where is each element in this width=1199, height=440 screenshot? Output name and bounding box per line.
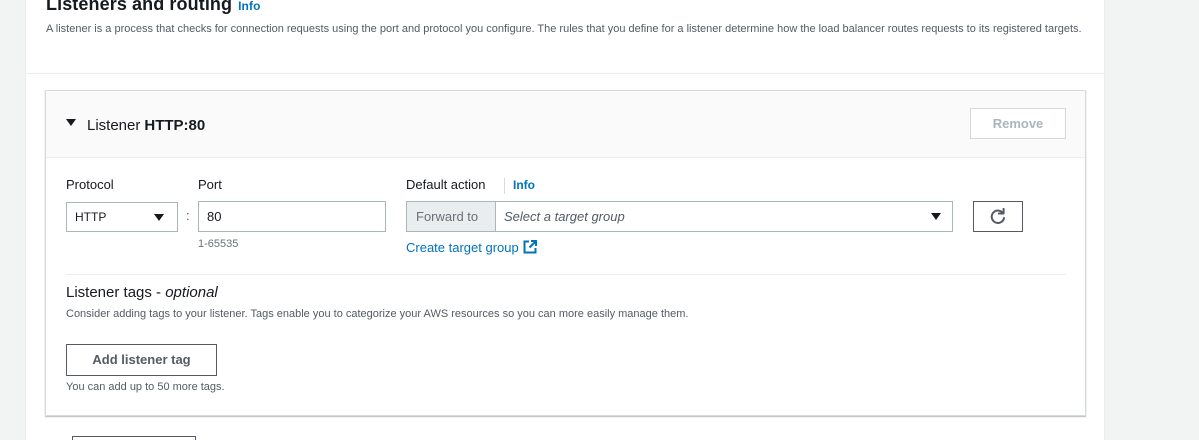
target-group-placeholder[interactable]: Select a target group	[496, 202, 952, 231]
forward-to-label: Forward to	[407, 202, 496, 231]
dropdown-arrow-icon	[931, 213, 941, 220]
target-group-select[interactable]: Forward to Select a target group	[406, 201, 953, 232]
protocol-port-separator: :	[186, 208, 190, 223]
default-action-info-link[interactable]: Info	[513, 178, 535, 192]
listener-tags-description: Consider adding tags to your listener. T…	[66, 308, 689, 320]
caret-down-icon[interactable]	[66, 119, 76, 126]
create-target-group-link[interactable]: Create target group	[406, 240, 537, 255]
create-target-group-text: Create target group	[406, 240, 519, 255]
remove-button[interactable]: Remove	[970, 108, 1066, 139]
listener-card-header: Listener HTTP:80 Remove	[46, 91, 1085, 158]
optional-label: optional	[165, 284, 218, 301]
listener-card: Listener HTTP:80 Remove Protocol HTTP : P…	[45, 90, 1086, 416]
listeners-panel: Listeners and routing Info A listener is …	[25, 0, 1105, 440]
refresh-button[interactable]	[973, 201, 1023, 232]
protocol-label: Protocol	[66, 177, 114, 192]
panel-header: Listeners and routing Info A listener is …	[26, 0, 1104, 74]
protocol-value: HTTP	[75, 210, 107, 224]
listener-title: Listener HTTP:80	[87, 117, 205, 134]
port-hint: 1-65535	[198, 238, 239, 250]
listener-title-value: HTTP:80	[144, 117, 206, 134]
default-action-label: Default action	[406, 177, 486, 192]
section-title-text: Listeners and routing	[46, 0, 233, 14]
listener-tags-title-text: Listener tags -	[66, 284, 166, 301]
external-link-icon	[523, 240, 537, 254]
tags-limit-hint: You can add up to 50 more tags.	[66, 381, 225, 393]
add-listener-button[interactable]	[72, 436, 196, 440]
section-description: A listener is a process that checks for …	[46, 23, 1082, 35]
port-label: Port	[198, 177, 222, 192]
dropdown-arrow-icon	[154, 214, 164, 221]
add-listener-tag-button[interactable]: Add listener tag	[66, 344, 217, 376]
port-input[interactable]: 80	[198, 201, 386, 232]
listener-title-prefix: Listener	[87, 117, 141, 134]
section-info-link[interactable]: Info	[238, 0, 260, 13]
section-title: Listeners and routing Info	[46, 0, 261, 15]
section-divider	[66, 274, 1066, 275]
protocol-select[interactable]: HTTP	[66, 202, 178, 232]
info-separator	[504, 178, 505, 194]
listener-tags-title: Listener tags - optional	[66, 284, 218, 301]
refresh-icon	[990, 208, 1005, 224]
